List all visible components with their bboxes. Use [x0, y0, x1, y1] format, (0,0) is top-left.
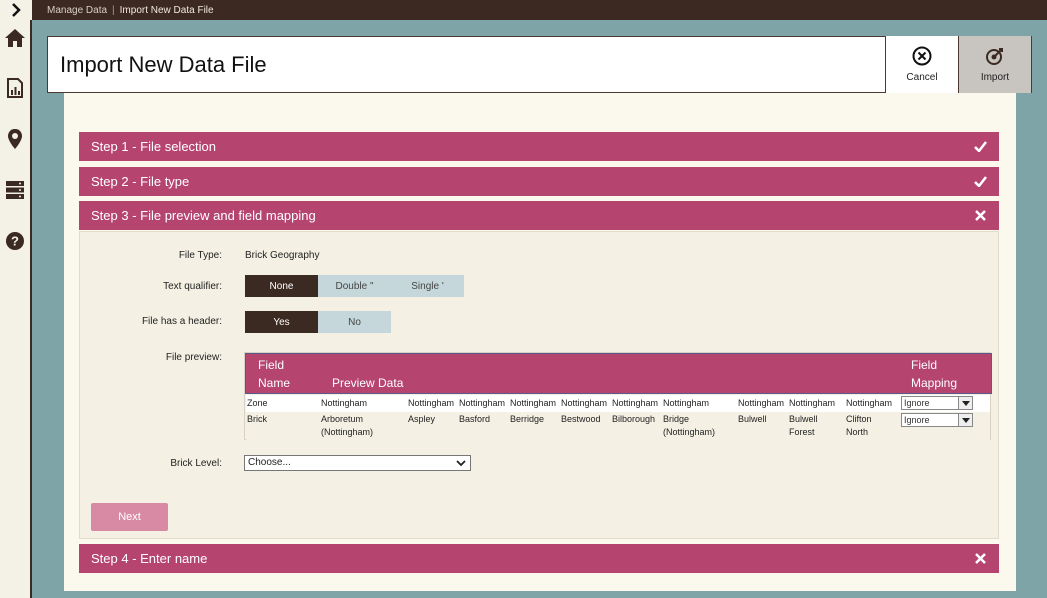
table-cell: Basford [459, 414, 491, 424]
home-icon[interactable] [3, 26, 27, 50]
table-row: Zone Nottingham Nottingham Nottingham No… [246, 395, 990, 412]
file-type-label: File Type: [178, 250, 222, 261]
header-yes-button[interactable]: Yes [245, 311, 318, 333]
table-cell: Nottingham [789, 398, 836, 408]
table-cell: Nottingham [738, 398, 785, 408]
table-cell: Bilborough [612, 414, 656, 424]
import-target-icon [986, 48, 1003, 65]
col-field-mapping-1: Field [911, 358, 938, 372]
table-cell: Nottingham [846, 398, 893, 408]
close-icon[interactable] [973, 208, 987, 222]
text-qualifier-single[interactable]: Single ' [391, 275, 464, 297]
text-qualifier-none[interactable]: None [245, 275, 318, 297]
file-type-value: Brick Geography [245, 250, 320, 261]
table-cell: Nottingham [612, 398, 659, 408]
file-preview-label: File preview: [165, 352, 222, 363]
page-title: Import New Data File [60, 52, 267, 77]
table-cell: Clifton North [846, 414, 872, 437]
report-icon[interactable] [3, 76, 27, 100]
check-icon [973, 174, 987, 188]
chevron-down-icon [958, 414, 972, 426]
page-header: Import New Data File Cancel Import [47, 36, 1032, 93]
step-3-label: Step 3 - File preview and field mapping [91, 208, 316, 223]
text-qualifier-label: Text qualifier: [163, 281, 222, 292]
table-cell: Nottingham [459, 398, 506, 408]
table-cell: Bulwell Forest [789, 414, 818, 437]
table-cell: Bulwell [738, 414, 767, 424]
table-cell: Bestwood [561, 414, 601, 424]
field-mapping-value: Ignore [904, 398, 930, 408]
table-cell: Nottingham [663, 398, 710, 408]
col-field-name-1: Field [258, 358, 285, 372]
left-nav-rail: ? [0, 0, 32, 598]
table-cell: Nottingham [321, 398, 368, 408]
chevron-down-icon [456, 457, 466, 474]
text-qualifier-toggle: None Double " Single ' [245, 275, 464, 297]
field-mapping-select[interactable]: Ignore [901, 396, 973, 410]
svg-text:?: ? [11, 234, 19, 249]
table-row: Brick Arboretum (Nottingham) Aspley Basf… [246, 412, 990, 440]
breadcrumb-separator: | [112, 4, 115, 16]
file-header-toggle: Yes No [245, 311, 391, 333]
table-cell: Nottingham [510, 398, 557, 408]
table-cell: Berridge [510, 414, 545, 424]
breadcrumb-parent[interactable]: Manage Data [47, 5, 107, 16]
brick-level-value: Choose... [248, 457, 291, 468]
help-icon[interactable]: ? [3, 229, 27, 253]
header-no-button[interactable]: No [318, 311, 391, 333]
table-cell: Bridge (Nottingham) [663, 414, 716, 437]
database-icon[interactable] [3, 178, 27, 202]
col-field-name-2: Name [258, 376, 291, 390]
table-cell: Arboretum (Nottingham) [321, 414, 374, 437]
file-header-label: File has a header: [141, 316, 222, 327]
step-1-bar[interactable]: Step 1 - File selection [79, 132, 999, 161]
next-button[interactable]: Next [91, 503, 168, 531]
step-3-bar[interactable]: Step 3 - File preview and field mapping [79, 201, 999, 230]
field-mapping-value: Ignore [904, 415, 930, 425]
cancel-circle-icon [912, 46, 932, 66]
step-4-bar[interactable]: Step 4 - Enter name [79, 544, 999, 573]
step-4-label: Step 4 - Enter name [91, 551, 208, 566]
table-cell: Aspley [408, 414, 436, 424]
row-field-name: Brick [247, 414, 267, 424]
breadcrumb-current: Import New Data File [119, 4, 214, 16]
brick-level-select[interactable]: Choose... [244, 455, 471, 471]
check-icon [973, 139, 987, 153]
brick-level-label: Brick Level: [170, 458, 222, 469]
chevron-down-icon [958, 397, 972, 409]
preview-table-header: Field Name Preview Data Field Mapping [245, 353, 992, 394]
file-preview-table: Field Name Preview Data Field Mapping Zo… [244, 352, 992, 440]
cancel-button[interactable]: Cancel [885, 36, 958, 93]
expand-chevron-icon[interactable] [0, 0, 32, 20]
import-label: Import [980, 72, 1010, 83]
step-2-label: Step 2 - File type [91, 174, 190, 189]
map-pin-icon[interactable] [3, 127, 27, 151]
table-cell: Nottingham [408, 398, 455, 408]
cancel-label: Cancel [906, 72, 938, 83]
import-button[interactable]: Import [958, 36, 1032, 93]
col-preview-data: Preview Data [332, 376, 404, 390]
step-2-bar[interactable]: Step 2 - File type [79, 167, 999, 196]
close-icon[interactable] [973, 551, 987, 565]
col-field-mapping-2: Mapping [911, 376, 958, 390]
field-mapping-select[interactable]: Ignore [901, 413, 973, 427]
breadcrumb: Manage Data | Import New Data File [32, 0, 1047, 20]
table-cell: Nottingham [561, 398, 608, 408]
row-field-name: Zone [247, 398, 268, 408]
text-qualifier-double[interactable]: Double " [318, 275, 391, 297]
step-1-label: Step 1 - File selection [91, 139, 217, 154]
